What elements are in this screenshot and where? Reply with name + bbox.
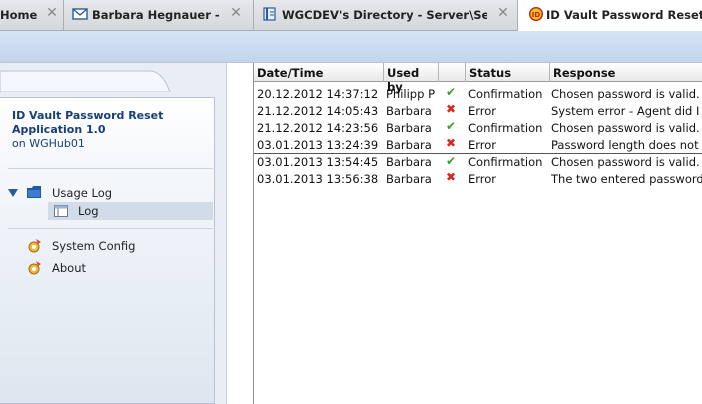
cell-status: Error	[468, 138, 497, 152]
cell-used-by: Philipp P	[386, 87, 435, 101]
nav-log[interactable]: Log	[48, 202, 213, 220]
log-table: Date/Time Used by Status Response 20.12.…	[254, 63, 702, 404]
svg-text:ID: ID	[532, 11, 541, 19]
nav-label: System Config	[52, 239, 136, 253]
cell-used-by: Barbara	[386, 172, 432, 186]
tab-label: WGCDEV's Directory - Server\Servers	[282, 8, 487, 22]
cell-response: Chosen password is valid.	[551, 155, 700, 169]
column-header-datetime[interactable]: Date/Time	[254, 63, 383, 82]
folder-icon	[27, 186, 41, 198]
table-row[interactable]: 21.12.2012 14:23:56 Barbara Confirmation Ch…	[254, 119, 702, 136]
nav-label: About	[52, 261, 87, 275]
nav-about[interactable]: About	[0, 259, 213, 277]
nav-label: Log	[78, 204, 99, 218]
table-row[interactable]: 03.01.2013 13:56:38 Barbara Error The two e…	[254, 170, 702, 187]
table-row[interactable]: 03.01.2013 13:24:39 Barbara Error Password …	[254, 136, 702, 153]
app-title: ID Vault Password Reset Application 1.0	[12, 109, 163, 137]
cell-response: Chosen password is valid.	[551, 121, 700, 135]
close-icon[interactable]: ✕	[496, 6, 510, 20]
cell-status: Confirmation	[468, 121, 543, 135]
cell-status: Confirmation	[468, 155, 543, 169]
cell-used-by: Barbara	[386, 138, 432, 152]
cell-used-by: Barbara	[386, 155, 432, 169]
close-icon[interactable]: ✕	[229, 6, 243, 20]
app-icon: ID	[529, 7, 543, 21]
cross-icon: ✖	[446, 136, 457, 150]
mail-icon	[72, 8, 88, 20]
app-title-line: ID Vault Password Reset	[12, 109, 164, 122]
pane-splitter[interactable]	[226, 63, 254, 404]
cell-status: Confirmation	[468, 87, 543, 101]
cell-response: The two entered password	[551, 172, 702, 186]
tab-label: ID Vault Password Reset Appli	[546, 8, 702, 22]
nav-label: Usage Log	[52, 186, 113, 200]
directory-icon	[263, 7, 276, 21]
cell-datetime: 21.12.2012 14:23:56	[257, 121, 379, 135]
cell-datetime: 03.01.2013 13:24:39	[257, 138, 379, 152]
app-server: on WGHub01	[12, 137, 85, 150]
cell-status: Error	[468, 104, 497, 118]
expand-triangle-icon[interactable]	[8, 189, 18, 197]
cell-status: Error	[468, 172, 497, 186]
app-title-line: Application 1.0	[12, 123, 106, 136]
table-row[interactable]: 20.12.2012 14:37:12 Philipp P Confirmation…	[254, 85, 702, 102]
tab-directory[interactable]: WGCDEV's Directory - Server\Servers ✕	[254, 0, 518, 30]
check-icon: ✔	[446, 85, 457, 99]
tab-id-vault[interactable]: ID ID Vault Password Reset Appli	[518, 0, 702, 31]
table-header: Date/Time Used by Status Response	[254, 63, 702, 94]
cell-response: Chosen password is valid.	[551, 87, 700, 101]
tab-home[interactable]: Home ✕	[0, 0, 64, 30]
cell-datetime: 03.01.2013 13:54:45	[257, 155, 379, 169]
check-icon: ✔	[446, 154, 457, 168]
cross-icon: ✖	[446, 170, 457, 184]
tab-bar: Home ✕ Barbara Hegnauer - Mail ✕ WGCDEV'…	[0, 0, 702, 31]
view-icon	[54, 205, 68, 217]
column-header-response[interactable]: Response	[549, 63, 702, 82]
gear-icon	[28, 239, 41, 253]
column-header-status[interactable]: Status	[465, 63, 549, 82]
cell-used-by: Barbara	[386, 121, 432, 135]
nav-usage-log[interactable]: Usage Log	[0, 184, 213, 202]
cell-datetime: 21.12.2012 14:05:43	[257, 104, 379, 118]
check-icon: ✔	[446, 119, 457, 133]
cross-icon: ✖	[446, 102, 457, 116]
close-icon[interactable]: ✕	[45, 6, 59, 20]
cell-used-by: Barbara	[386, 104, 432, 118]
cell-datetime: 03.01.2013 13:56:38	[257, 172, 379, 186]
column-header-used-by[interactable]: Used by	[383, 63, 438, 94]
tab-mail[interactable]: Barbara Hegnauer - Mail ✕	[64, 0, 254, 30]
divider	[8, 168, 213, 169]
table-row[interactable]: 03.01.2013 13:54:45 Barbara Confirmation Ch…	[254, 153, 702, 171]
app-header	[0, 31, 702, 63]
nav-tab-shape	[0, 70, 171, 92]
tab-label: Barbara Hegnauer - Mail	[92, 8, 222, 22]
tab-label: Home	[0, 8, 38, 22]
table-row[interactable]: 21.12.2012 14:05:43 Barbara Error System er…	[254, 102, 702, 119]
nav-system-config[interactable]: System Config	[0, 237, 213, 255]
cell-datetime: 20.12.2012 14:37:12	[257, 87, 379, 101]
divider	[8, 228, 213, 229]
gear-icon	[28, 261, 41, 275]
cell-response: Password length does not	[551, 138, 699, 152]
nav-panel: ID Vault Password Reset Application 1.0 …	[0, 97, 215, 404]
navigation-pane: ID Vault Password Reset Application 1.0 …	[0, 63, 226, 404]
cell-response: System error - Agent did I	[551, 104, 700, 118]
column-header-icon[interactable]	[438, 63, 465, 82]
